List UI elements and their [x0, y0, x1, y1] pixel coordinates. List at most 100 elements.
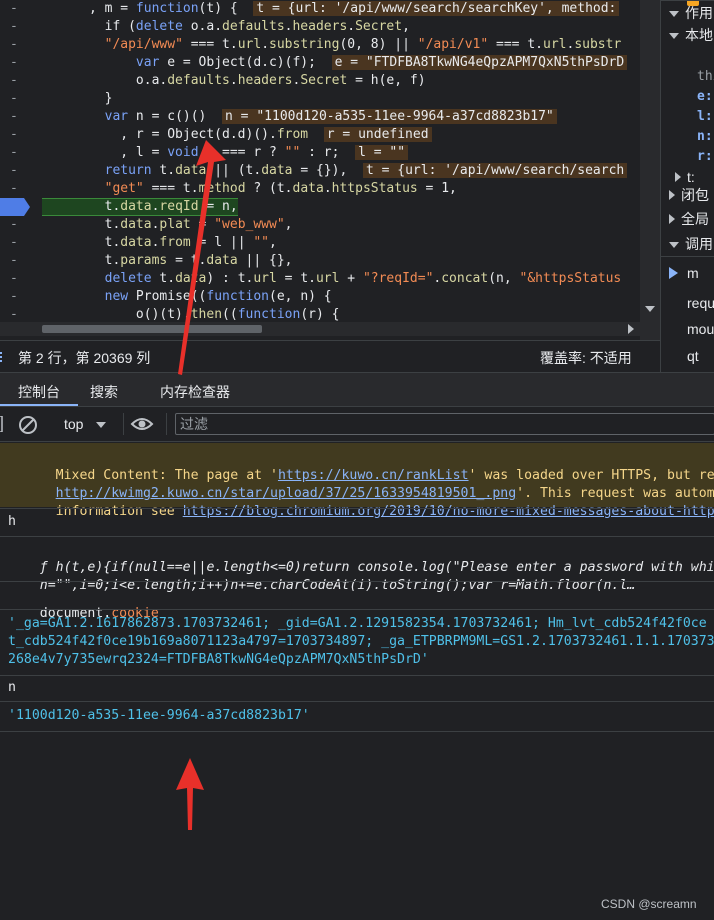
scope-variable[interactable]: e:	[697, 86, 713, 108]
code-line[interactable]: , m = function(t) { t = {url: '/api/www/…	[42, 0, 620, 18]
code-line[interactable]: t.data.plat = "web_www",	[42, 216, 293, 234]
code-line[interactable]: var e = Object(d.c)(f); e = "FTDFBA8TkwN…	[42, 54, 628, 72]
call-frame[interactable]: requ	[687, 292, 714, 314]
scope-label: thi	[697, 69, 714, 84]
live-expression-eye-icon[interactable]	[130, 416, 154, 432]
chevron-down-icon	[96, 422, 106, 428]
scope-section[interactable]: 全局	[669, 208, 709, 230]
scope-label: mou	[687, 321, 714, 337]
line-gutter-marker[interactable]: -	[10, 0, 18, 18]
scope-label: requ	[687, 295, 714, 311]
source-panel: ----------------- , m = function(t) { t …	[0, 0, 660, 340]
code-line[interactable]: }	[42, 90, 113, 108]
console-toolbar: top 过滤	[0, 406, 714, 442]
line-gutter-marker[interactable]: -	[10, 162, 18, 180]
vertical-scrollbar[interactable]	[640, 0, 660, 340]
log-divider	[0, 581, 714, 582]
horizontal-scrollbar[interactable]	[0, 322, 640, 336]
filter-input[interactable]: 过滤	[175, 413, 714, 435]
line-gutter-marker[interactable]: -	[10, 54, 18, 72]
console-output-string: t_cdb524f42f0ce19b169a8071123a4797=17037…	[8, 634, 714, 649]
code-line[interactable]: "get" === t.method ? (t.data.httpsStatus…	[42, 180, 457, 198]
scope-section[interactable]: 调用	[669, 233, 713, 255]
breakpoint-marker[interactable]	[0, 198, 30, 216]
code-line[interactable]: "/api/www" === t.url.substring(0, 8) || …	[42, 36, 622, 54]
code-line[interactable]: t.data.from = l || "",	[42, 234, 277, 252]
mixed-content-warning: Mixed Content: The page at 'https://kuwo…	[0, 443, 714, 519]
tab-console[interactable]: 控制台	[18, 382, 60, 402]
code-line[interactable]: new Promise((function(e, n) {	[42, 288, 332, 306]
inline-value: l = ""	[355, 145, 409, 160]
coverage-status: 覆盖率: 不适用	[540, 350, 632, 366]
call-frame[interactable]: mou	[687, 318, 714, 340]
scrollbar-thumb[interactable]	[42, 325, 262, 333]
scope-label: r:	[697, 149, 713, 164]
code-line[interactable]: , r = Object(d.d)().from r = undefined	[42, 126, 432, 144]
clear-console-icon[interactable]	[18, 415, 38, 435]
line-gutter-marker[interactable]: -	[10, 126, 18, 144]
line-gutter-marker[interactable]: -	[10, 18, 18, 36]
line-gutter-marker[interactable]: -	[10, 90, 18, 108]
line-gutter-marker[interactable]: -	[10, 72, 18, 90]
line-gutter-marker[interactable]: -	[10, 216, 18, 234]
inline-value: t = {url: '/api/www/search/search	[362, 163, 628, 178]
code-line[interactable]: o()(t).then((function(r) {	[42, 306, 340, 322]
inline-value: n = "1100d120-a535-11ee-9964-a37cd8823b1…	[222, 109, 557, 124]
line-gutter-marker[interactable]: -	[10, 270, 18, 288]
line-gutter-marker[interactable]: -	[10, 36, 18, 54]
expand-icon	[669, 33, 679, 40]
line-gutter-marker[interactable]: -	[10, 234, 18, 252]
collapse-icon	[669, 190, 675, 200]
format-icon[interactable]	[0, 351, 6, 363]
current-execution-line[interactable]: t.data.reqId = n,	[42, 198, 238, 216]
code-line[interactable]: t.params = t.data || {},	[42, 252, 293, 270]
code-line[interactable]: var n = c()() n = "1100d120-a535-11ee-99…	[42, 108, 557, 126]
scope-variable[interactable]: r:	[697, 146, 713, 168]
log-divider	[0, 609, 714, 610]
call-frame-current[interactable]: m	[687, 262, 699, 284]
log-divider	[0, 701, 714, 702]
log-divider	[0, 536, 714, 537]
scope-label: 调用	[685, 236, 713, 252]
console-log: Mixed Content: The page at 'https://kuwo…	[0, 441, 714, 920]
scope-section[interactable]: 闭包	[669, 184, 709, 206]
tab-search[interactable]: 搜索	[90, 382, 118, 402]
console-input[interactable]: n	[8, 679, 714, 697]
code-line[interactable]: return t.data || (t.data = {}), t = {url…	[42, 162, 628, 180]
console-input[interactable]: h	[8, 513, 714, 531]
scope-variable[interactable]: thi	[697, 66, 714, 88]
code-line[interactable]: delete t.data) : t.url = t.url + "?reqId…	[42, 270, 622, 288]
scope-section[interactable]: 本地	[669, 24, 713, 46]
toolbar-divider	[166, 413, 167, 435]
code-line[interactable]: if (delete o.a.defaults.headers.Secret,	[42, 18, 410, 36]
scope-variable[interactable]: l:	[697, 106, 713, 128]
log-divider	[0, 675, 714, 676]
scope-divider	[661, 256, 714, 257]
call-frame[interactable]: qt	[687, 345, 699, 367]
sidebar-toggle-icon[interactable]	[0, 416, 4, 432]
line-gutter-marker[interactable]: -	[10, 108, 18, 126]
collapse-icon	[675, 172, 681, 182]
scope-label: 本地	[685, 27, 713, 43]
scope-label: n:	[697, 129, 713, 144]
scroll-right-icon[interactable]	[628, 324, 634, 334]
code-editor[interactable]: , m = function(t) { t = {url: '/api/www/…	[42, 0, 640, 322]
line-gutter-marker[interactable]: -	[10, 180, 18, 198]
current-frame-arrow-icon	[669, 267, 678, 279]
line-gutter-marker[interactable]: -	[10, 144, 18, 162]
code-line[interactable]: , l = void 0 === r ? "" : r; l = ""	[42, 144, 409, 162]
scope-panel: 作用本地 thi e: l: n: r:t: 闭包全局调用 m requ mou qt	[660, 0, 714, 372]
context-selector[interactable]: top	[58, 415, 118, 435]
line-gutter-marker[interactable]: -	[10, 252, 18, 270]
code-line[interactable]: o.a.defaults.headers.Secret = h(e, f)	[42, 72, 426, 90]
scope-variable[interactable]: n:	[697, 126, 713, 148]
scroll-down-icon[interactable]	[645, 306, 655, 312]
scope-divider	[661, 0, 714, 1]
scope-label: 全局	[681, 211, 709, 227]
console-output-string: 268e4v7y735ewrq2324=FTDFBA8TkwNG4eQpzAPM…	[8, 652, 429, 667]
tab-memory-inspector[interactable]: 内存检查器	[160, 382, 230, 402]
scope-label: 闭包	[681, 187, 709, 203]
scope-label: m	[687, 265, 699, 281]
line-gutter: -----------------	[0, 0, 42, 322]
line-gutter-marker[interactable]: -	[10, 288, 18, 306]
